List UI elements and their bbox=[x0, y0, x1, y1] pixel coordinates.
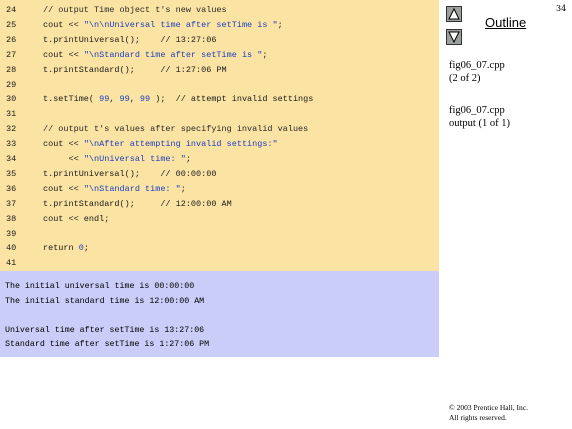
code-token: ; bbox=[262, 49, 268, 60]
code-token: ; bbox=[185, 154, 191, 164]
code-token: , bbox=[129, 94, 140, 105]
code-text: t.printUniversal(); // 00:00:00 bbox=[43, 167, 216, 182]
code-panel: 24 // output Time object t's new values 25… bbox=[0, 0, 439, 271]
triangle-down-icon bbox=[448, 31, 460, 44]
line-number: 34 bbox=[6, 154, 17, 164]
code-token: // output t's values after specifying in… bbox=[43, 124, 309, 135]
output-panel: The initial universal time is 00:00:00 Th… bbox=[0, 271, 439, 357]
output-line: The initial universal time is 00:00:00 bbox=[5, 282, 195, 291]
code-literal: 99 bbox=[119, 94, 130, 105]
output-line: Standard time after setTime is 1:27:06 P… bbox=[5, 340, 210, 349]
output-line: Universal time after setTime is 13:27:06 bbox=[5, 325, 205, 335]
code-token: // output Time object t's new values bbox=[43, 5, 227, 15]
file-part: output (1 of 1) bbox=[449, 118, 510, 129]
line-number: 31 bbox=[6, 109, 17, 120]
code-literal: "\nStandard time after setTime is " bbox=[83, 49, 263, 60]
code-text: cout << endl; bbox=[43, 212, 109, 227]
output-line: The initial standard time is 12:00:00 AM bbox=[5, 296, 205, 306]
code-token: cout << bbox=[43, 139, 84, 150]
previous-slide-button[interactable] bbox=[446, 6, 462, 22]
code-text: return 0; bbox=[43, 241, 89, 256]
code-token: cout << bbox=[43, 19, 84, 30]
code-text: cout << "\n\nUniversal time after setTim… bbox=[43, 18, 283, 33]
code-text: // output t's values after specifying in… bbox=[43, 122, 308, 137]
code-literal: "\nUniversal time: " bbox=[83, 154, 186, 164]
file-label-1: fig06_07.cpp (2 of 2) bbox=[449, 59, 505, 85]
code-text: t.printStandard(); // 12:00:00 AM bbox=[43, 197, 232, 212]
file-label-2: fig06_07.cpp output (1 of 1) bbox=[449, 104, 510, 130]
line-number: 39 bbox=[6, 228, 17, 239]
code-literal: "\nAfter attempting invalid settings:" bbox=[83, 139, 278, 150]
code-literal: "\n\nUniversal time after setTime is " bbox=[83, 19, 278, 30]
copyright-notice: © 2003 Prentice Hall, Inc. All rights re… bbox=[449, 403, 528, 423]
line-number: 24 bbox=[6, 5, 17, 15]
line-number: 37 bbox=[6, 198, 17, 209]
page-number: 34 bbox=[556, 4, 567, 13]
code-token: cout << endl; bbox=[43, 213, 110, 224]
code-literal: "\nStandard time: " bbox=[83, 183, 181, 194]
code-token: t.printStandard(); // 12:00:00 AM bbox=[43, 198, 232, 209]
line-number: 32 bbox=[6, 124, 17, 135]
code-text: cout << "\nAfter attempting invalid sett… bbox=[43, 137, 278, 152]
code-text: t.printStandard(); // 1:27:06 PM bbox=[43, 63, 227, 78]
code-token: t.printUniversal(); // 13:27:06 bbox=[43, 34, 217, 45]
code-token: cout << bbox=[43, 49, 84, 60]
code-token: cout << bbox=[43, 183, 84, 194]
code-token: t.printUniversal(); // 00:00:00 bbox=[43, 168, 217, 179]
file-name: fig06_07.cpp bbox=[449, 60, 505, 71]
copyright-line: All rights reserved. bbox=[449, 413, 507, 422]
line-number: 30 bbox=[6, 94, 17, 105]
line-number: 27 bbox=[6, 49, 17, 60]
code-token: , bbox=[109, 94, 120, 105]
code-text: t.setTime( 99, 99, 99 ); // attempt inva… bbox=[43, 92, 313, 107]
code-literal: 99 bbox=[139, 94, 151, 105]
code-text: t.printUniversal(); // 13:27:06 bbox=[43, 33, 216, 48]
code-token: t.printStandard(); // 1:27:06 PM bbox=[43, 64, 227, 75]
line-number: 28 bbox=[6, 64, 17, 75]
code-token: ); // attempt invalid settings bbox=[150, 94, 314, 105]
line-number: 29 bbox=[6, 79, 17, 90]
code-token: t.setTime( bbox=[43, 94, 100, 105]
code-literal: 99 bbox=[99, 94, 110, 105]
line-number: 41 bbox=[6, 258, 17, 269]
line-number: 35 bbox=[6, 168, 17, 179]
copyright-line: © 2003 Prentice Hall, Inc. bbox=[449, 403, 529, 412]
code-text: cout << "\nStandard time after setTime i… bbox=[43, 48, 267, 63]
outline-title[interactable]: Outline bbox=[485, 15, 526, 30]
code-token: ; bbox=[180, 183, 186, 194]
code-token: return bbox=[43, 243, 79, 254]
code-text: // output Time object t's new values bbox=[43, 3, 227, 18]
code-text: cout << "\nStandard time: "; bbox=[43, 182, 186, 197]
line-number: 36 bbox=[6, 183, 17, 194]
line-number: 40 bbox=[6, 243, 17, 254]
triangle-up-icon bbox=[448, 7, 460, 20]
code-token: << bbox=[43, 154, 84, 164]
file-part: (2 of 2) bbox=[449, 73, 481, 84]
code-text: << "\nUniversal time: "; bbox=[43, 152, 191, 167]
code-token: ; bbox=[277, 19, 283, 30]
line-number: 25 bbox=[6, 19, 17, 30]
file-name: fig06_07.cpp bbox=[449, 105, 505, 116]
line-number: 33 bbox=[6, 139, 17, 150]
code-token: ; bbox=[83, 243, 89, 254]
next-slide-button[interactable] bbox=[446, 29, 462, 45]
line-number: 26 bbox=[6, 34, 17, 45]
line-number: 38 bbox=[6, 213, 17, 224]
